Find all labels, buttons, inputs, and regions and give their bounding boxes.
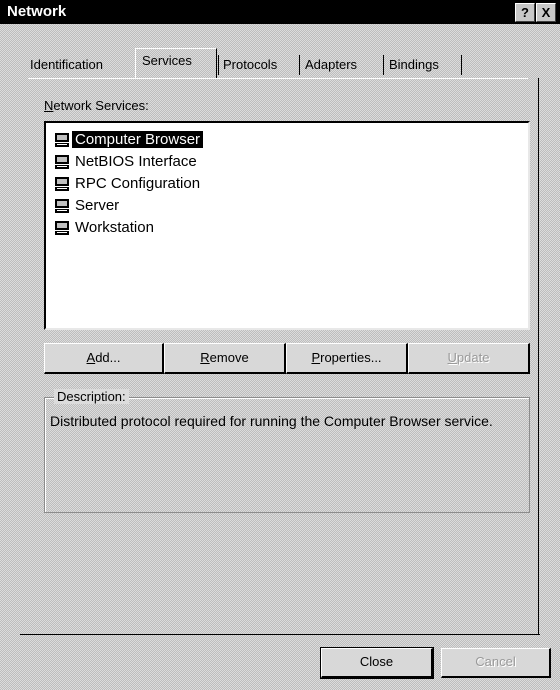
add-label: dd...	[95, 350, 121, 365]
list-item-rpc-configuration[interactable]: RPC Configuration	[54, 173, 203, 194]
tab-divider	[461, 55, 462, 75]
title-bar: Network ? X	[0, 0, 560, 24]
list-item-label: RPC Configuration	[75, 175, 201, 192]
window-title: Network	[7, 3, 67, 20]
update-button[interactable]: Update	[408, 343, 530, 374]
computer-icon	[55, 177, 69, 192]
cancel-button[interactable]: Cancel	[441, 648, 551, 678]
computer-icon	[55, 199, 69, 214]
network-services-list[interactable]: Computer Browser NetBIOS Interface RPC C…	[44, 121, 530, 330]
update-accelerator: U	[447, 350, 457, 365]
remove-button[interactable]: Remove	[164, 343, 286, 374]
computer-icon	[55, 221, 69, 236]
tab-identification[interactable]: Identification	[28, 54, 105, 76]
properties-accelerator: P	[311, 350, 321, 365]
computer-icon	[55, 155, 69, 170]
tab-strip-edge	[28, 78, 528, 79]
computer-icon	[55, 133, 69, 148]
tab-bindings[interactable]: Bindings	[387, 54, 441, 76]
properties-button[interactable]: Properties...	[286, 343, 408, 374]
list-item-server[interactable]: Server	[54, 195, 122, 216]
tab-divider	[218, 55, 219, 75]
label-accelerator: N	[44, 98, 54, 113]
label-text: etwork Services:	[53, 98, 149, 113]
list-item-computer-browser[interactable]: Computer Browser	[54, 129, 204, 150]
description-title: Description:	[54, 389, 129, 404]
add-accelerator: A	[86, 350, 96, 365]
update-label: pdate	[456, 350, 490, 365]
list-item-label: Workstation	[75, 219, 154, 236]
tab-panel-edge	[20, 634, 540, 635]
help-button[interactable]: ?	[515, 3, 535, 22]
tab-divider	[299, 55, 300, 75]
tab-adapters[interactable]: Adapters	[303, 54, 359, 76]
add-button[interactable]: Add...	[44, 343, 164, 374]
description-text: Distributed protocol required for runnin…	[50, 413, 493, 429]
network-dialog: Network ? X Identification Services Prot…	[0, 0, 560, 690]
network-services-label: Network Services:	[44, 98, 149, 113]
list-item-label: Computer Browser	[72, 131, 204, 148]
tab-divider	[383, 55, 384, 75]
list-item-label: Server	[75, 197, 120, 214]
list-item-netbios-interface[interactable]: NetBIOS Interface	[54, 151, 200, 172]
close-window-button[interactable]: X	[536, 3, 556, 22]
properties-label: roperties...	[320, 350, 382, 365]
remove-label: emove	[209, 350, 249, 365]
tab-services[interactable]: Services	[140, 50, 194, 72]
list-item-label: NetBIOS Interface	[75, 153, 197, 170]
remove-accelerator: R	[200, 350, 210, 365]
tab-protocols[interactable]: Protocols	[221, 54, 279, 76]
close-button[interactable]: Close	[320, 647, 434, 679]
list-item-workstation[interactable]: Workstation	[54, 217, 157, 238]
tab-panel-edge	[538, 78, 539, 634]
